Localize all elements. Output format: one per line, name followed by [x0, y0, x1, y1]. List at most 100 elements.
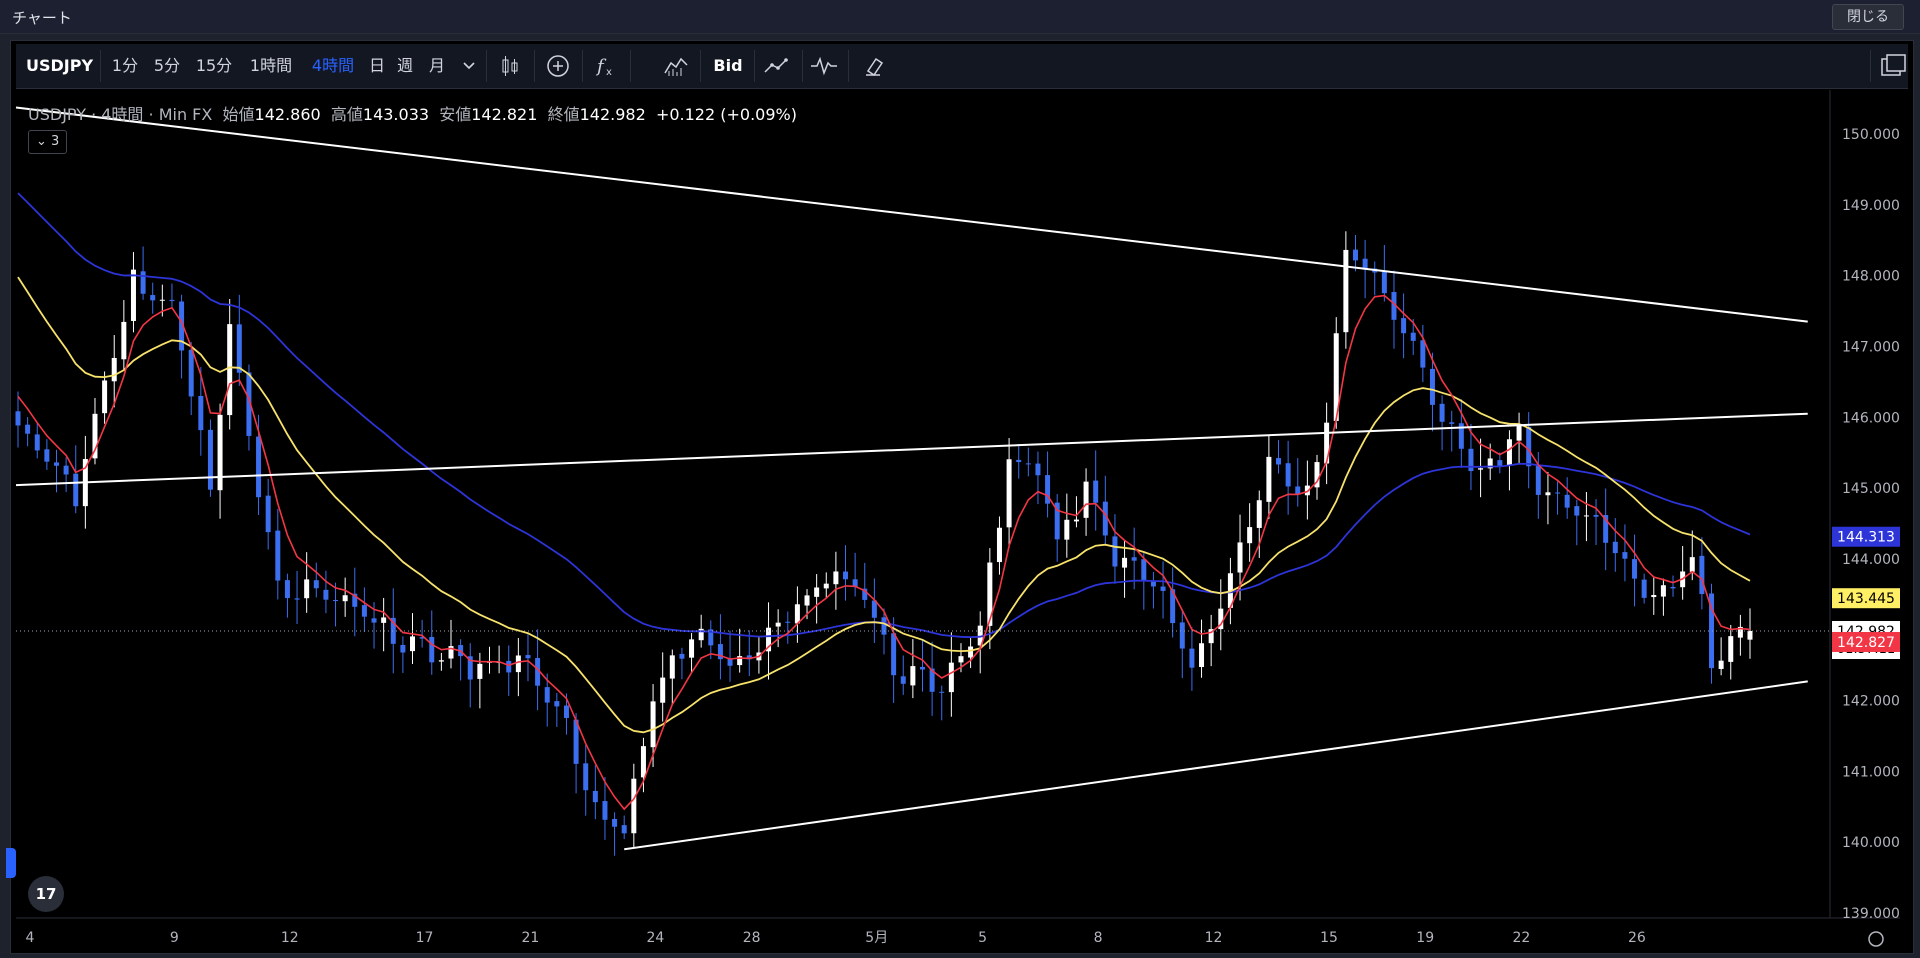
time-tick-label: 9: [170, 930, 179, 946]
candle-body: [1064, 519, 1070, 540]
candle-body: [1593, 514, 1599, 517]
candle-body: [15, 411, 21, 426]
candle-body: [968, 646, 974, 658]
candle-body: [891, 633, 897, 676]
time-tick-label: 22: [1513, 930, 1531, 946]
tradingview-logo-icon[interactable]: 17: [28, 876, 64, 912]
candle-body: [1699, 555, 1705, 595]
candle-body: [304, 579, 310, 599]
candle-body: [1381, 271, 1387, 294]
legend-close: 142.982: [579, 105, 646, 124]
candle-body: [679, 653, 685, 659]
candle-body: [958, 656, 964, 663]
price-chart[interactable]: 150.000 149.000 148.000 147.000 146.000 145.0…: [0, 0, 1920, 958]
candle-body: [1179, 622, 1185, 649]
candle-body: [1660, 585, 1666, 597]
time-tick-label: 28: [743, 930, 761, 946]
candle-body: [919, 666, 925, 670]
candle-body: [169, 299, 175, 302]
candle-body: [1237, 542, 1243, 573]
candle-body: [63, 465, 69, 475]
candle-body: [1564, 494, 1570, 508]
price-tick-label: 148.000: [1842, 269, 1900, 285]
candle-body: [631, 778, 637, 834]
plot-background[interactable]: [16, 90, 1828, 918]
chart-legend: USDJPY · 4時間 · Min FX 始値142.860 高値143.03…: [28, 105, 797, 124]
candle-body: [1160, 586, 1166, 591]
candle-body: [1555, 492, 1561, 494]
candle-body: [1545, 492, 1551, 496]
candle-body: [371, 618, 377, 623]
candle-body: [554, 701, 560, 707]
candle-body: [102, 380, 108, 414]
candle-body: [53, 462, 59, 466]
candle-body: [525, 655, 531, 659]
candle-body: [650, 701, 656, 748]
candle-body: [612, 818, 618, 827]
time-tick-label: 5: [978, 930, 987, 946]
candle-body: [506, 660, 512, 673]
candle-body: [361, 605, 367, 617]
candle-body: [775, 622, 781, 627]
legend-close-label: 終値: [547, 105, 580, 124]
candle-body: [44, 449, 50, 462]
candle-body: [900, 676, 906, 684]
candle-body: [140, 271, 146, 294]
candle-body: [583, 763, 589, 791]
candle-body: [410, 636, 416, 652]
candle-body: [1535, 464, 1541, 495]
candle-body: [1189, 648, 1195, 668]
candle-body: [159, 299, 165, 301]
time-tick-label: 12: [281, 930, 299, 946]
candle-body: [1468, 448, 1474, 472]
candle-body: [1410, 332, 1416, 341]
candle-body: [689, 639, 695, 658]
time-tick-label: 12: [1205, 930, 1223, 946]
candle-body: [1266, 456, 1272, 502]
indicator-count: 3: [51, 134, 60, 149]
candle-body: [1506, 439, 1512, 466]
candle-body: [265, 495, 271, 533]
candle-body: [1651, 595, 1657, 598]
candle-body: [130, 269, 136, 321]
candle-body: [323, 589, 329, 600]
candle-body: [1199, 643, 1205, 668]
settings-gear-icon[interactable]: [1868, 931, 1884, 947]
price-axis-area[interactable]: [1830, 90, 1900, 918]
candle-body: [1112, 536, 1118, 567]
candle-body: [1583, 515, 1589, 517]
price-tick-label: 147.000: [1842, 339, 1900, 355]
legend-high-label: 高値: [330, 105, 363, 124]
candle-body: [1122, 557, 1128, 568]
candle-body: [429, 636, 435, 663]
candle-body: [1343, 249, 1349, 333]
candle-body: [121, 321, 127, 360]
time-tick-label: 26: [1628, 930, 1646, 946]
candle-body: [188, 349, 194, 397]
drawing-toolbar-toggle[interactable]: [6, 848, 16, 878]
indicator-collapse-button[interactable]: ⌄ 3: [28, 130, 68, 154]
candle-body: [1083, 481, 1089, 518]
candle-body: [217, 414, 223, 491]
candle-body: [669, 655, 675, 679]
candle-body: [804, 595, 810, 606]
candle-body: [333, 600, 339, 602]
candle-body: [939, 691, 945, 693]
candle-body: [284, 580, 290, 599]
time-tick-label: 21: [521, 930, 539, 946]
candle-body: [1131, 557, 1137, 561]
price-tick-label: 139.000: [1842, 906, 1900, 922]
legend-high: 143.033: [362, 105, 430, 124]
candle-body: [477, 663, 483, 679]
candle-body: [342, 595, 348, 602]
candle-body: [1439, 403, 1445, 422]
candle-body: [843, 571, 849, 580]
candle-body: [381, 617, 387, 623]
candle-body: [1612, 541, 1618, 554]
candle-body: [785, 621, 791, 623]
candle-body: [1747, 631, 1753, 640]
time-tick-label: 15: [1320, 930, 1338, 946]
price-tick-label: 146.000: [1842, 410, 1900, 426]
candle-body: [544, 687, 550, 703]
candle-body: [1285, 463, 1291, 487]
